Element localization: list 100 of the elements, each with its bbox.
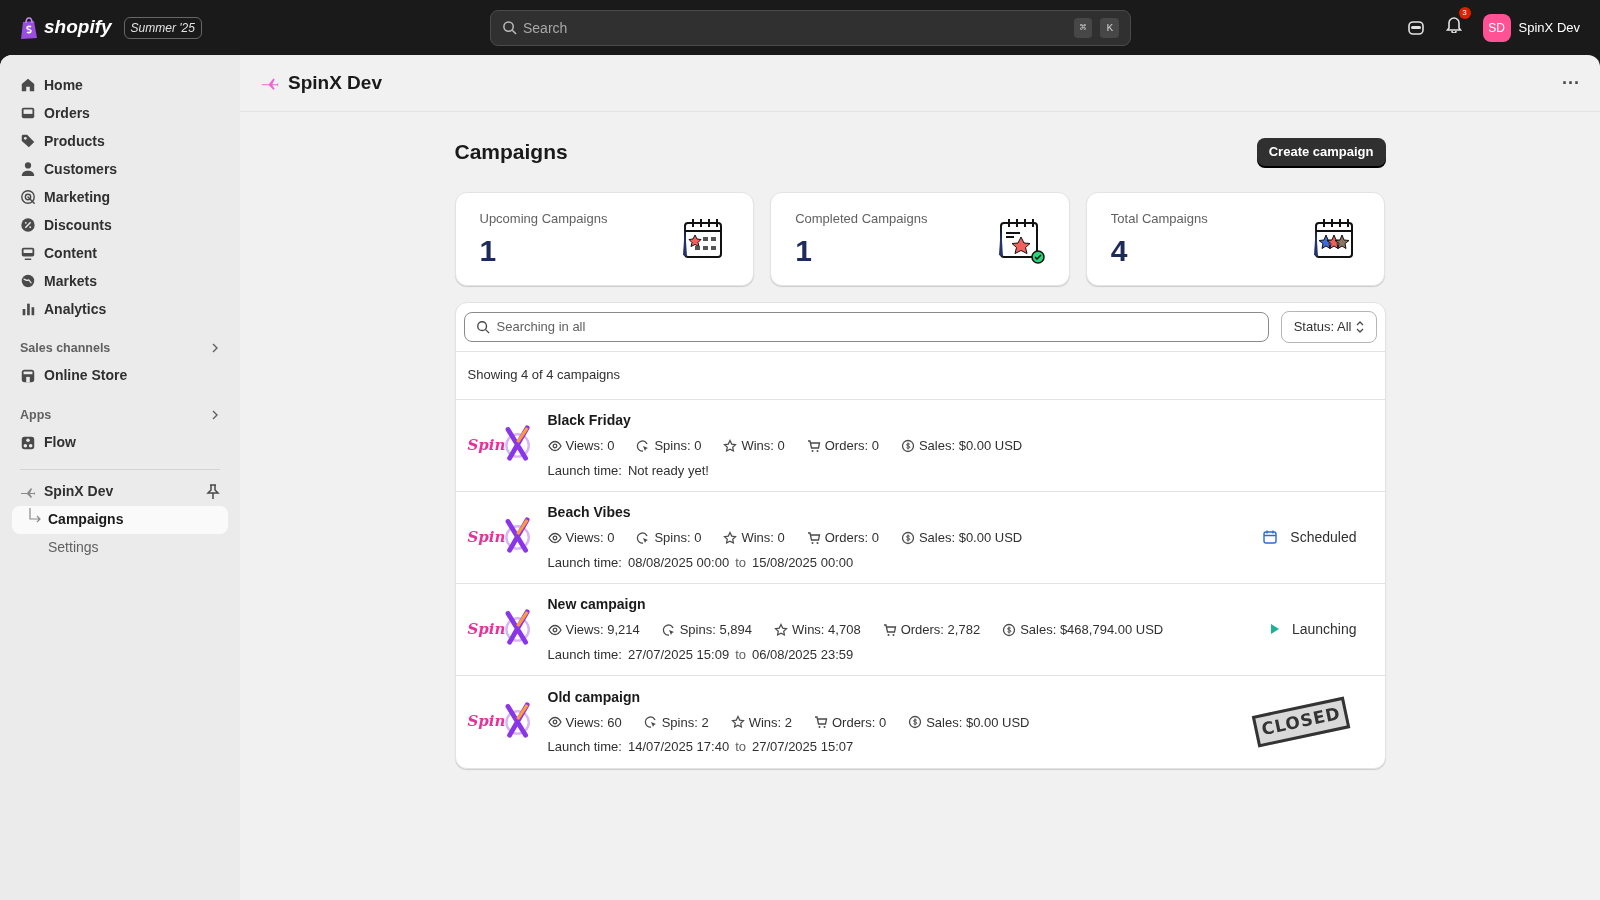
nav-subitem[interactable]: Settings bbox=[12, 533, 228, 562]
range-separator: to bbox=[735, 553, 746, 572]
bell-icon bbox=[1444, 15, 1463, 33]
pin-icon bbox=[206, 483, 220, 500]
metric-text: Sales: $0.00 USD bbox=[926, 713, 1030, 732]
storefront-icon bbox=[20, 367, 36, 384]
campaign-name[interactable]: New campaign bbox=[547, 594, 1164, 615]
campaign-name[interactable]: Beach Vibes bbox=[547, 502, 1023, 523]
dollar-coin-icon bbox=[900, 438, 915, 453]
cart-icon bbox=[882, 622, 897, 637]
nav-item[interactable]: Markets bbox=[12, 267, 228, 295]
result-count: Showing 4 of 4 campaigns bbox=[467, 366, 620, 385]
star-icon bbox=[723, 438, 738, 453]
eye-icon bbox=[547, 438, 562, 453]
launch-time: 06/08/2025 23:59 bbox=[752, 645, 854, 664]
cart-icon bbox=[813, 715, 828, 730]
nav-item[interactable]: Online Store bbox=[12, 361, 228, 390]
launch-time: Not ready yet! bbox=[627, 461, 709, 480]
page-title: Campaigns bbox=[454, 139, 568, 165]
metric-text: Wins: 0 bbox=[741, 529, 785, 547]
chevron-right-icon bbox=[210, 410, 220, 421]
dollar-coin-icon bbox=[908, 715, 923, 730]
range-separator: to bbox=[735, 738, 746, 756]
metric-text: Wins: 2 bbox=[748, 713, 792, 732]
metric-text: Wins: 4,708 bbox=[792, 621, 861, 639]
nav-item[interactable]: Marketing bbox=[12, 183, 228, 211]
nav-item[interactable]: Home bbox=[12, 71, 228, 99]
notifications-button[interactable] bbox=[1444, 15, 1463, 33]
nav-item[interactable]: Flow bbox=[12, 428, 228, 457]
sort-arrows-icon bbox=[1355, 320, 1364, 333]
inbox-icon bbox=[20, 105, 36, 121]
nav-item[interactable]: Discounts bbox=[12, 211, 228, 239]
section-heading: Sales channels bbox=[20, 340, 111, 357]
status-label: Scheduled bbox=[1290, 527, 1357, 547]
metric-text: Sales: $0.00 USD bbox=[918, 529, 1023, 547]
tag-icon bbox=[20, 133, 36, 149]
bar-chart-icon bbox=[20, 301, 36, 317]
section-heading: Apps bbox=[20, 406, 52, 424]
cart-icon bbox=[806, 530, 821, 545]
spin-cursor-icon bbox=[643, 715, 658, 730]
metric-text: Views: 0 bbox=[565, 529, 615, 547]
metric-text: Spins: 0 bbox=[654, 437, 702, 455]
search-icon bbox=[502, 19, 517, 35]
calendar-icon bbox=[1262, 529, 1279, 545]
nav-subitem[interactable]: Campaigns bbox=[12, 505, 228, 534]
shopping-bag-icon bbox=[20, 16, 38, 39]
status-filter-button[interactable]: Status: All bbox=[1280, 310, 1377, 343]
flow-nodes-icon bbox=[20, 434, 36, 451]
spinx-logo: Spin bbox=[467, 696, 532, 747]
more-actions-button[interactable]: ··· bbox=[1562, 69, 1580, 97]
nav-item[interactable]: Analytics bbox=[12, 295, 228, 323]
launch-time: 08/08/2025 00:00 bbox=[627, 553, 730, 572]
launch-label: Launch time: bbox=[547, 645, 622, 664]
cart-icon bbox=[806, 438, 821, 453]
store-name: SpinX Dev bbox=[1518, 18, 1580, 37]
percent-badge-icon bbox=[20, 217, 36, 233]
spinx-logo: Spin bbox=[467, 512, 532, 562]
stat-label: Completed Campaigns bbox=[795, 209, 928, 228]
stat-label: Total Campaigns bbox=[1110, 209, 1208, 228]
metric-text: Sales: $468,794.00 USD bbox=[1020, 621, 1164, 639]
metric-text: Wins: 0 bbox=[741, 437, 785, 455]
campaign-name[interactable]: Black Friday bbox=[547, 410, 1023, 431]
nav-item[interactable]: Orders bbox=[12, 99, 228, 127]
metric-text: Orders: 0 bbox=[831, 713, 887, 732]
plane-icon bbox=[20, 485, 36, 498]
edition-badge: Summer '25 bbox=[123, 16, 202, 39]
metric-text: Orders: 0 bbox=[824, 529, 879, 547]
play-icon bbox=[1269, 623, 1280, 635]
metric-text: Sales: $0.00 USD bbox=[918, 437, 1023, 455]
metric-text: Orders: 2,782 bbox=[900, 621, 981, 639]
star-icon bbox=[730, 715, 745, 730]
app-title: SpinX Dev bbox=[288, 70, 382, 95]
app-nav-item[interactable]: SpinX Dev bbox=[12, 477, 122, 506]
launch-time: 14/07/2025 17:40 bbox=[627, 738, 730, 756]
dollar-coin-icon bbox=[900, 530, 915, 545]
nav-item[interactable]: Customers bbox=[12, 155, 228, 183]
metric-text: Spins: 0 bbox=[654, 529, 702, 547]
star-icon bbox=[774, 622, 788, 637]
nav-item[interactable]: Products bbox=[12, 127, 228, 155]
target-icon bbox=[20, 189, 36, 205]
status-label: Launching bbox=[1291, 619, 1357, 639]
metric-text: Views: 0 bbox=[565, 437, 615, 455]
launch-label: Launch time: bbox=[547, 738, 622, 756]
metric-text: Spins: 5,894 bbox=[679, 621, 752, 639]
star-icon bbox=[723, 530, 738, 545]
search-icon bbox=[475, 319, 490, 334]
calendar-star-check-icon bbox=[996, 216, 1045, 265]
monitor-icon bbox=[20, 245, 36, 261]
tree-connector-icon bbox=[28, 507, 42, 524]
metric-text: Views: 60 bbox=[565, 713, 622, 732]
launch-time: 27/07/2025 15:09 bbox=[627, 645, 730, 664]
campaign-search-field[interactable]: Searching in all bbox=[463, 311, 1269, 342]
campaign-name[interactable]: Old campaign bbox=[547, 686, 1030, 708]
stat-value: 1 bbox=[795, 233, 813, 269]
create-campaign-button[interactable]: Create campaign bbox=[1256, 137, 1386, 166]
launch-time: 27/07/2025 15:07 bbox=[752, 738, 854, 756]
launch-label: Launch time: bbox=[547, 553, 622, 572]
nav-item[interactable]: Content bbox=[12, 239, 228, 267]
stat-value: 4 bbox=[1110, 233, 1129, 269]
metric-text: Views: 9,214 bbox=[565, 621, 640, 639]
